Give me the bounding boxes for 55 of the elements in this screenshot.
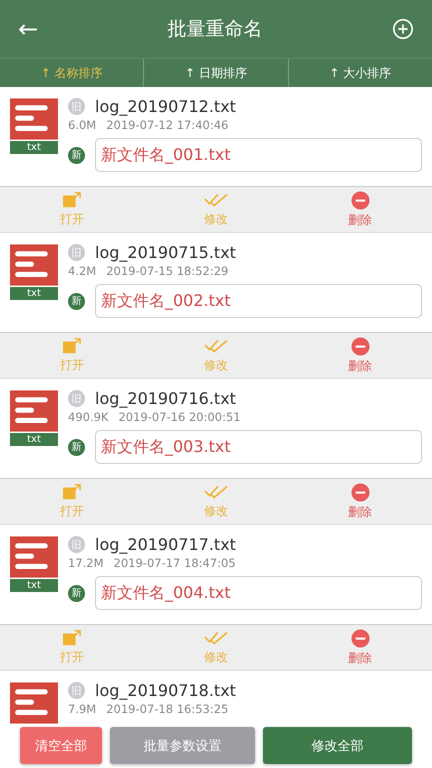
open-action-button[interactable]: 打开: [0, 333, 144, 378]
minus-circle-icon: [350, 628, 370, 648]
minus-circle-icon: [350, 482, 370, 502]
new-name-field[interactable]: 新文件名_004.txt: [95, 576, 422, 610]
new-name-field[interactable]: 新文件名_001.txt: [95, 138, 422, 172]
apply-button[interactable]: 修改全部: [263, 727, 412, 764]
open-external-icon: [61, 337, 83, 355]
double-check-icon: [204, 629, 228, 647]
minus-circle-icon: [350, 190, 370, 210]
delete-action-button[interactable]: 删除: [288, 187, 432, 232]
page-title: 批量重命名: [168, 17, 263, 42]
file-date: 2019-07-12 17:40:46: [106, 118, 228, 132]
new-name-badge: 新: [68, 146, 85, 164]
minus-circle-icon: [350, 336, 370, 356]
delete-action-button[interactable]: 删除: [288, 625, 432, 670]
new-name-badge: 新: [68, 438, 85, 456]
open-action-button[interactable]: 打开: [0, 187, 144, 232]
file-date: 2019-07-18 16:53:25: [106, 702, 228, 716]
new-name-badge: 新: [68, 292, 85, 310]
open-action-button[interactable]: 打开: [0, 625, 144, 670]
modify-action-button[interactable]: 修改: [144, 187, 288, 232]
add-icon[interactable]: [392, 18, 414, 40]
file-name: log_20190712.txt: [95, 97, 236, 116]
settings-button[interactable]: 批量参数设置: [110, 727, 255, 764]
modify-action-button[interactable]: 修改: [144, 479, 288, 524]
file-date: 2019-07-15 18:52:29: [106, 264, 228, 278]
double-check-icon: [204, 191, 228, 209]
file-name: log_20190715.txt: [95, 243, 236, 262]
clear-button[interactable]: 清空全部: [20, 727, 102, 764]
delete-action-button[interactable]: 删除: [288, 479, 432, 524]
file-date: 2019-07-17 18:47:05: [114, 556, 236, 570]
file-size: 7.9M: [68, 702, 96, 716]
double-check-icon: [204, 483, 228, 501]
open-external-icon: [61, 483, 83, 501]
open-action-button[interactable]: 打开: [0, 479, 144, 524]
modify-action-button[interactable]: 修改: [144, 625, 288, 670]
new-name-field[interactable]: 新文件名_003.txt: [95, 430, 422, 464]
file-name: log_20190718.txt: [95, 681, 236, 700]
file-size: 4.2M: [68, 264, 96, 278]
back-button[interactable]: ←: [18, 15, 38, 43]
file-name: log_20190717.txt: [95, 535, 236, 554]
new-name-badge: 新: [68, 584, 85, 602]
file-date: 2019-07-16 20:00:51: [118, 410, 241, 424]
double-check-icon: [204, 337, 228, 355]
delete-action-button[interactable]: 删除: [288, 333, 432, 378]
modify-action-button[interactable]: 修改: [144, 333, 288, 378]
text-file-icon: [10, 681, 58, 725]
open-external-icon: [61, 191, 83, 209]
open-external-icon: [61, 629, 83, 647]
file-name: log_20190716.txt: [95, 389, 236, 408]
sort-tab[interactable]: ↑ 大小排序: [288, 59, 432, 87]
file-size: 490.9K: [68, 410, 108, 424]
new-name-field[interactable]: 新文件名_002.txt: [95, 284, 422, 318]
file-size: 6.0M: [68, 118, 96, 132]
file-size: 17.2M: [68, 556, 104, 570]
